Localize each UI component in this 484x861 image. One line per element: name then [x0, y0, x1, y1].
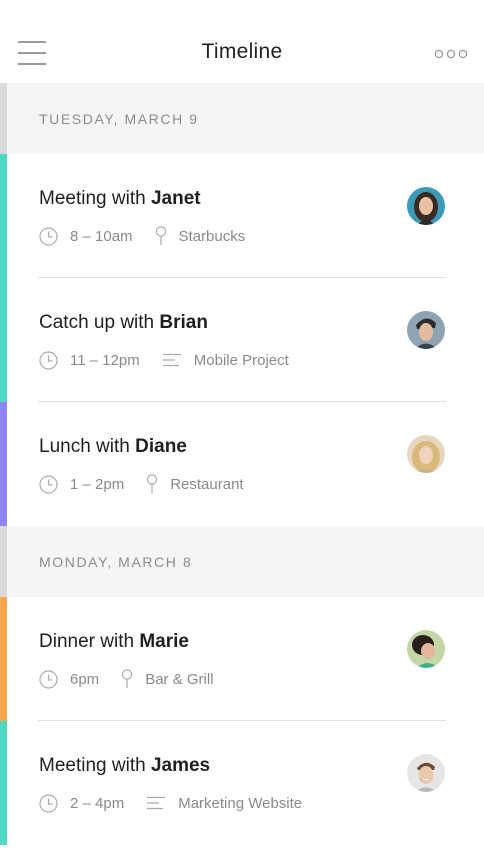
event-title: Lunch with Diane [39, 436, 187, 458]
event-location: Starbucks [178, 227, 246, 245]
event-meta: 2 – 4pm Marketing Website [39, 793, 302, 813]
event-meta: 8 – 10am Starbucks [39, 226, 245, 246]
event-meta: 1 – 2pm Restaurant [39, 474, 244, 494]
event-meta: 6pm Bar & Grill [39, 669, 214, 689]
avatar [407, 754, 445, 792]
more-dots-icon[interactable] [434, 48, 468, 60]
event-title: Meeting with James [39, 755, 210, 777]
event-person: Janet [150, 188, 201, 209]
avatar [407, 630, 445, 668]
event-row[interactable]: Catch up with Brian 11 – 12pm Mobile Pro… [0, 278, 484, 402]
event-title: Dinner with Marie [39, 631, 189, 653]
event-time: 2 – 4pm [70, 794, 125, 812]
event-location: Bar & Grill [145, 670, 214, 688]
event-row[interactable]: Lunch with Diane 1 – 2pm Restaurant [0, 402, 484, 526]
event-title-prefix: Meeting with [39, 755, 146, 776]
event-project: Mobile Project [193, 351, 289, 369]
event-person: Diane [135, 436, 187, 457]
event-project: Marketing Website [178, 794, 303, 812]
event-location: Restaurant [170, 475, 244, 493]
avatar [407, 187, 445, 225]
app-header: Timeline [0, 0, 484, 83]
timeline-list: TUESDAY, MARCH 9 Meeting with Janet 8 – … [0, 83, 484, 845]
event-title-prefix: Lunch with [39, 436, 130, 457]
notes-lines-icon [147, 796, 166, 810]
event-color-bar [0, 278, 7, 402]
event-row[interactable]: Meeting with Janet 8 – 10am Starbucks [0, 154, 484, 278]
event-color-bar [0, 154, 7, 278]
clock-icon [39, 350, 58, 370]
event-time: 6pm [70, 670, 100, 688]
event-time: 1 – 2pm [70, 475, 125, 493]
avatar [407, 311, 445, 349]
event-meta: 11 – 12pm Mobile Project [39, 350, 289, 370]
avatar [407, 435, 445, 473]
clock-icon [39, 226, 58, 246]
location-pin-icon [155, 226, 166, 245]
event-title-prefix: Dinner with [39, 631, 135, 652]
event-color-bar [0, 597, 7, 721]
event-title: Meeting with Janet [39, 188, 201, 210]
event-time: 11 – 12pm [70, 351, 140, 369]
day-label: TUESDAY, MARCH 9 [39, 111, 199, 127]
clock-icon [39, 669, 58, 689]
event-title: Catch up with Brian [39, 312, 208, 334]
clock-icon [39, 474, 58, 494]
day-header-bar [0, 83, 7, 154]
notes-lines-icon [162, 353, 181, 367]
event-color-bar [0, 402, 7, 526]
event-person: James [150, 755, 211, 776]
event-row[interactable]: Dinner with Marie 6pm Bar & Grill [0, 597, 484, 721]
event-color-bar [0, 721, 7, 845]
day-header: MONDAY, MARCH 8 [0, 526, 484, 597]
location-pin-icon [121, 669, 133, 688]
day-header-bar [0, 526, 7, 597]
event-person: Marie [139, 631, 189, 652]
day-header: TUESDAY, MARCH 9 [0, 83, 484, 154]
event-row[interactable]: Meeting with James 2 – 4pm Marketing Web… [0, 721, 484, 845]
location-pin-icon [147, 474, 158, 493]
day-label: MONDAY, MARCH 8 [39, 554, 193, 570]
event-time: 8 – 10am [70, 227, 133, 245]
page-title: Timeline [201, 40, 283, 63]
event-title-prefix: Catch up with [39, 312, 155, 333]
clock-icon [39, 793, 58, 813]
event-title-prefix: Meeting with [39, 188, 146, 209]
event-person: Brian [159, 312, 208, 333]
